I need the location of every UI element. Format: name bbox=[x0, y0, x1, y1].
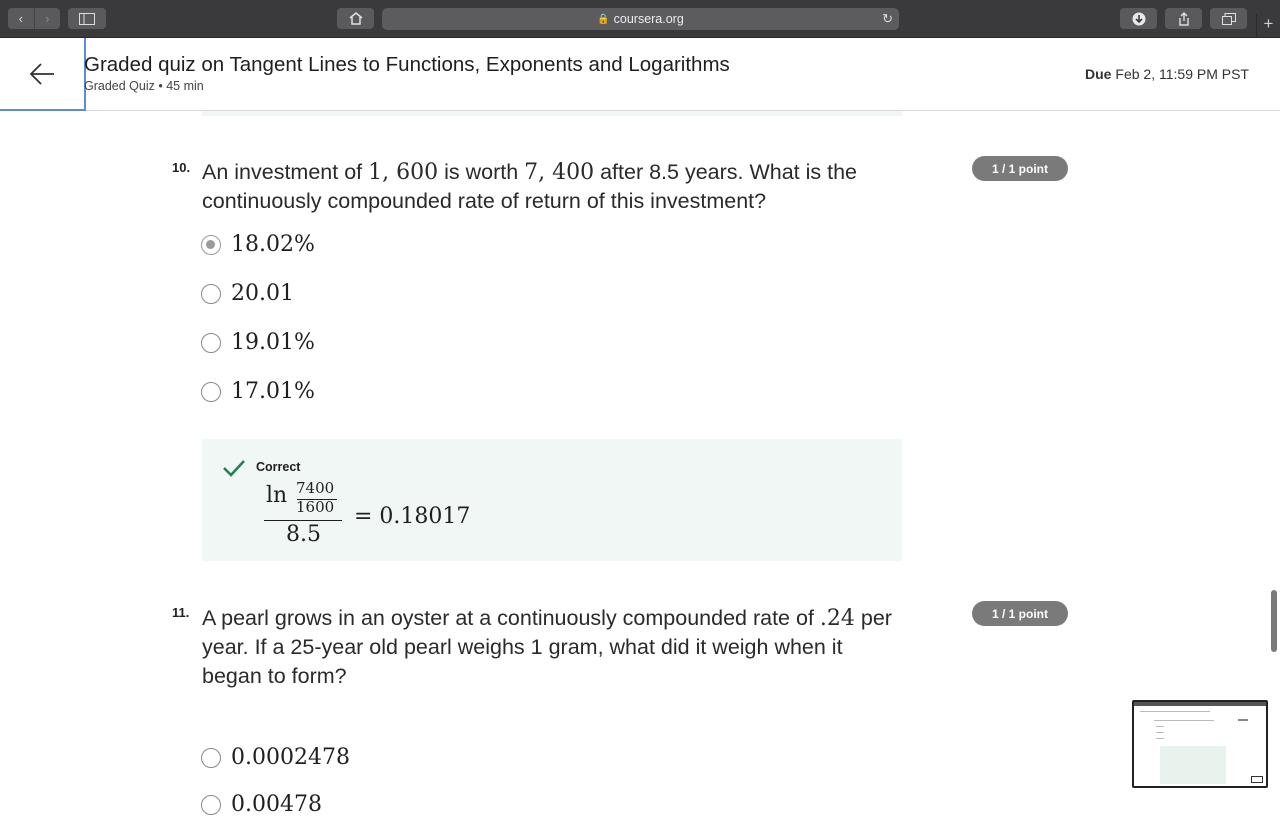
checkmark-icon bbox=[223, 460, 245, 477]
thumbnail-corner-icon bbox=[1251, 776, 1263, 783]
previous-feedback-edge bbox=[202, 111, 902, 116]
answer-option[interactable]: 18.02% bbox=[201, 232, 315, 257]
question-text: A pearl grows in an oyster at a continuo… bbox=[202, 604, 902, 691]
ln-operator: ln bbox=[266, 483, 288, 508]
thumbnail-line bbox=[1156, 726, 1164, 727]
scrollbar-thumb[interactable] bbox=[1271, 590, 1277, 652]
option-label: 17.01% bbox=[231, 379, 315, 404]
downloads-button[interactable] bbox=[1120, 8, 1157, 29]
quiz-header: Graded quiz on Tangent Lines to Function… bbox=[0, 38, 1280, 111]
nav-buttons: ‹ › bbox=[8, 8, 60, 29]
download-icon bbox=[1132, 12, 1145, 25]
thumbnail-toolbar bbox=[1134, 702, 1266, 706]
points-badge: 1 / 1 point bbox=[972, 156, 1068, 181]
browser-toolbar: ‹ › 🔒 coursera.org ↻ + bbox=[0, 0, 1280, 38]
radio-button-selected[interactable] bbox=[201, 234, 221, 255]
option-label: 18.02% bbox=[231, 232, 315, 257]
option-label: 0.00478 bbox=[231, 792, 322, 817]
url-text: coursera.org bbox=[613, 12, 684, 26]
main-denominator: 8.5 bbox=[286, 522, 321, 547]
radio-button[interactable] bbox=[201, 794, 221, 815]
home-icon bbox=[349, 12, 362, 25]
due-date: Due Feb 2, 11:59 PM PST bbox=[1085, 66, 1249, 82]
answer-option[interactable]: 17.01% bbox=[201, 379, 315, 404]
lock-icon: 🔒 bbox=[597, 13, 610, 25]
points-badge: 1 / 1 point bbox=[972, 601, 1068, 626]
option-label: 0.0002478 bbox=[231, 745, 350, 770]
reload-icon[interactable]: ↻ bbox=[882, 11, 893, 27]
new-tab-button[interactable]: + bbox=[1256, 14, 1280, 38]
thumbnail-line bbox=[1156, 738, 1164, 739]
arrow-left-icon bbox=[29, 62, 54, 85]
main-fraction-bar bbox=[264, 520, 342, 521]
option-label: 20.01 bbox=[231, 281, 294, 306]
question-text-part: A pearl grows in an oyster at a continuo… bbox=[202, 606, 820, 630]
share-button[interactable] bbox=[1165, 8, 1202, 29]
due-label: Due bbox=[1084, 66, 1112, 82]
question-text-part: An investment of bbox=[202, 160, 369, 184]
answer-option[interactable]: 19.01% bbox=[201, 330, 315, 355]
answer-option[interactable]: 20.01 bbox=[201, 281, 294, 306]
sidebar-toggle-button[interactable] bbox=[68, 8, 106, 29]
radio-button[interactable] bbox=[201, 747, 221, 768]
page-thumbnail-preview[interactable] bbox=[1132, 700, 1268, 788]
back-button[interactable] bbox=[0, 38, 86, 111]
share-icon bbox=[1178, 11, 1189, 26]
radio-button[interactable] bbox=[201, 332, 221, 353]
home-button[interactable] bbox=[337, 8, 374, 29]
tabs-overview-button[interactable] bbox=[1210, 8, 1247, 29]
sidebar-icon bbox=[79, 12, 95, 25]
thumbnail-feedback bbox=[1160, 746, 1226, 784]
fraction-numerator: 7400 bbox=[296, 479, 335, 497]
feedback-label: Correct bbox=[256, 460, 301, 474]
question-number: 10. bbox=[172, 160, 191, 175]
address-bar[interactable]: 🔒 coursera.org ↻ bbox=[382, 8, 899, 30]
question-number: 11. bbox=[172, 605, 190, 620]
radio-button[interactable] bbox=[201, 283, 221, 304]
radio-button[interactable] bbox=[201, 381, 221, 402]
option-label: 19.01% bbox=[231, 330, 315, 355]
browser-forward-button[interactable]: › bbox=[33, 8, 61, 29]
due-value: Feb 2, 11:59 PM PST bbox=[1115, 66, 1249, 82]
formula-result: = 0.18017 bbox=[354, 504, 471, 529]
question-text-part: is worth bbox=[438, 160, 525, 184]
answer-option[interactable]: 0.00478 bbox=[201, 792, 322, 817]
question-text: An investment of 1, 600 is worth 7, 400 … bbox=[202, 158, 902, 216]
browser-back-button[interactable]: ‹ bbox=[8, 8, 34, 29]
math-value: .24 bbox=[819, 606, 855, 631]
answer-option[interactable]: 0.0002478 bbox=[201, 745, 350, 770]
quiz-subtitle: Graded Quiz • 45 min bbox=[84, 79, 204, 93]
thumbnail-line bbox=[1154, 720, 1214, 721]
feedback-panel: Correct ln 7400 1600 8.5 = 0.18017 bbox=[202, 439, 902, 561]
math-value: 7, 400 bbox=[524, 160, 595, 185]
thumbnail-line bbox=[1156, 732, 1164, 733]
math-value: 1, 600 bbox=[368, 160, 439, 185]
page-title: Graded quiz on Tangent Lines to Function… bbox=[84, 53, 730, 76]
fraction-denominator: 1600 bbox=[296, 498, 335, 516]
tabs-icon bbox=[1221, 12, 1236, 25]
thumbnail-badge bbox=[1238, 719, 1248, 721]
thumbnail-line bbox=[1140, 711, 1210, 712]
